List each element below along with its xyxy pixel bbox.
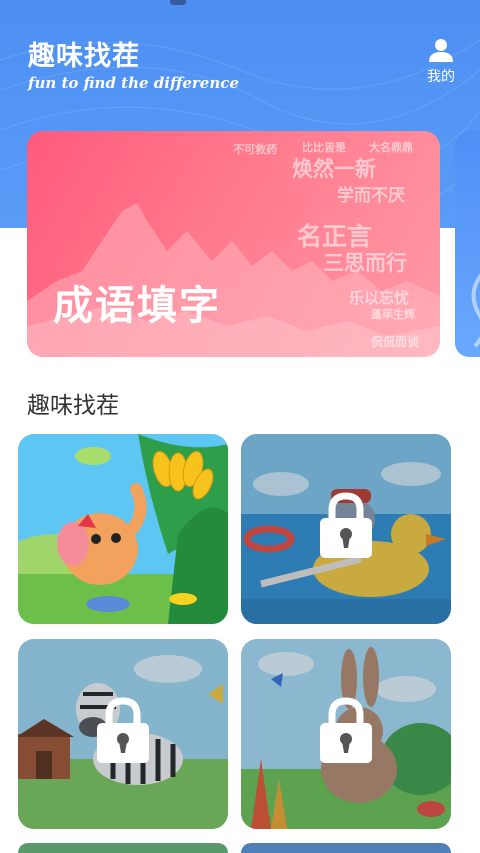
puzzle-card-elephant[interactable] [18, 434, 228, 624]
idiom-text: 三思而行 [323, 251, 407, 275]
profile-button[interactable]: 我的 [418, 38, 464, 86]
puzzle-card-hippo[interactable] [241, 434, 451, 624]
idiom-text: 侃侃而谈 [371, 335, 420, 349]
puzzle-card-zebra[interactable] [18, 639, 228, 829]
banner-title: 成语填字 [53, 283, 221, 329]
idiom-text: 不可救药 [233, 143, 277, 156]
puzzle-card-rabbit[interactable] [241, 639, 451, 829]
app-title: 趣味找茬 [28, 41, 140, 72]
puzzle-card-partial[interactable] [18, 843, 228, 853]
user-icon [429, 39, 453, 62]
idiom-fill-banner[interactable]: 不可救药 比比皆是 大名鼎鼎 焕然一新 学而不厌 名正言 三思而行 乐以忘忧 蓬… [27, 131, 440, 357]
lock-icon [320, 697, 372, 763]
idiom-text: 蓬荜生辉 [371, 308, 415, 321]
next-banner-card[interactable] [455, 131, 480, 357]
lock-icon [97, 697, 149, 763]
status-indicator [170, 0, 186, 5]
lock-icon [320, 492, 372, 558]
section-title: 趣味找茬 [27, 393, 119, 419]
puzzle-card-partial[interactable] [241, 843, 451, 853]
idiom-text: 学而不厌 [337, 186, 405, 206]
profile-label: 我的 [427, 69, 455, 85]
app-subtitle: fun to find the difference [28, 74, 239, 92]
elephant-scene [18, 434, 228, 624]
wave-decoration [471, 273, 480, 348]
idiom-text: 焕然一新 [292, 157, 376, 181]
idiom-text: 乐以忘忧 [349, 289, 410, 307]
